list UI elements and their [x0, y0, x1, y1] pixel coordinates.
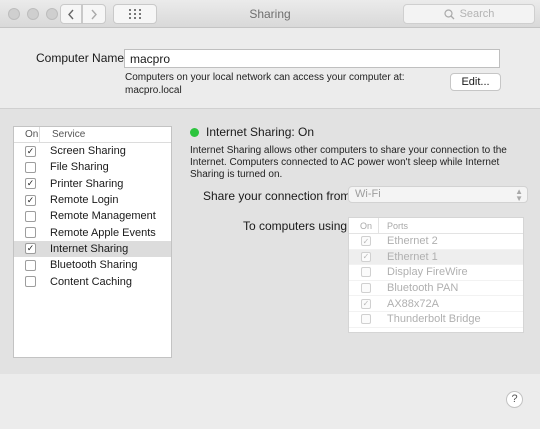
computer-name-label: Computer Name:: [36, 51, 128, 65]
service-row[interactable]: Remote Management: [14, 208, 171, 224]
service-row[interactable]: ✓ Remote Login: [14, 192, 171, 208]
port-checkbox[interactable]: [361, 314, 371, 325]
port-name: AX88x72A: [387, 297, 439, 310]
service-name: Remote Management: [50, 210, 156, 223]
port-row[interactable]: ✓ Ethernet 2: [349, 234, 523, 250]
computer-address-note: Computers on your local network can acce…: [125, 71, 425, 97]
service-checkbox[interactable]: ✓: [25, 145, 36, 157]
port-checkbox[interactable]: ✓: [361, 251, 371, 262]
service-row[interactable]: File Sharing: [14, 159, 171, 175]
port-checkbox[interactable]: ✓: [361, 298, 371, 309]
port-name: Ethernet 2: [387, 235, 438, 248]
computer-name-section: Computer Name: macpro Computers on your …: [0, 29, 540, 108]
service-name: Content Caching: [50, 275, 132, 288]
service-description: Internet Sharing allows other computers …: [190, 145, 507, 180]
service-row[interactable]: ✓ Screen Sharing: [14, 143, 171, 159]
service-row[interactable]: Content Caching: [14, 273, 171, 289]
service-name: File Sharing: [50, 161, 109, 174]
service-row[interactable]: Remote Apple Events: [14, 224, 171, 240]
search-field[interactable]: Search: [403, 4, 535, 24]
port-name: Display FireWire: [387, 266, 468, 279]
service-row[interactable]: Bluetooth Sharing: [14, 257, 171, 273]
service-row[interactable]: ✓ Printer Sharing: [14, 176, 171, 192]
service-checkbox[interactable]: [25, 227, 36, 239]
port-checkbox[interactable]: [361, 267, 371, 278]
header-service[interactable]: Service: [40, 127, 85, 142]
service-name: Printer Sharing: [50, 177, 124, 190]
service-checkbox[interactable]: [25, 276, 36, 288]
service-row[interactable]: ✓ Internet Sharing: [14, 240, 171, 258]
port-row[interactable]: Display FireWire: [349, 265, 523, 281]
sharing-main-panel: On Service ✓ Screen Sharing File Sharing ✓ P…: [0, 108, 540, 374]
port-name: Ethernet 1: [387, 250, 438, 263]
service-name: Remote Login: [50, 194, 119, 207]
service-name: Bluetooth Sharing: [50, 259, 138, 272]
share-from-select[interactable]: Wi-Fi ▲ ▼: [348, 186, 528, 203]
updown-arrows-icon: ▲ ▼: [515, 187, 523, 203]
port-row[interactable]: ✓ Ethernet 1: [349, 249, 523, 266]
ports-list: On Ports ✓ Ethernet 2 ✓ Ethernet 1 Display F…: [348, 217, 524, 333]
port-row[interactable]: ✓ AX88x72A: [349, 296, 523, 312]
service-checkbox[interactable]: ✓: [25, 178, 36, 190]
local-hostname: macpro.local: [125, 85, 182, 96]
service-checkbox[interactable]: [25, 210, 36, 222]
port-row[interactable]: Thunderbolt Bridge: [349, 312, 523, 328]
ports-header-on: On: [349, 218, 379, 233]
service-list-header: On Service: [14, 127, 171, 143]
ports-list-header: On Ports: [349, 218, 523, 234]
search-placeholder: Search: [459, 8, 495, 20]
search-icon: [443, 8, 455, 19]
port-name: Bluetooth PAN: [387, 282, 459, 295]
to-computers-label: To computers using:: [243, 219, 351, 233]
edit-button[interactable]: Edit...: [450, 73, 501, 91]
service-list: On Service ✓ Screen Sharing File Sharing ✓ P…: [13, 126, 172, 358]
service-checkbox[interactable]: [25, 161, 36, 173]
computer-name-input[interactable]: macpro: [124, 49, 500, 68]
service-checkbox[interactable]: ✓: [25, 194, 36, 206]
bottom-bar: ?: [0, 374, 540, 429]
address-note-text: Computers on your local network can acce…: [125, 72, 405, 83]
share-from-value: Wi-Fi: [355, 188, 381, 200]
sharing-status: Internet Sharing: On: [206, 125, 315, 139]
ports-header-name: Ports: [387, 221, 409, 231]
port-name: Thunderbolt Bridge: [387, 313, 481, 326]
service-name: Remote Apple Events: [50, 226, 156, 239]
service-name: Screen Sharing: [50, 145, 126, 158]
header-on[interactable]: On: [14, 127, 40, 142]
service-name: Internet Sharing: [50, 242, 129, 255]
port-checkbox[interactable]: [361, 283, 371, 294]
port-checkbox[interactable]: ✓: [361, 236, 371, 247]
share-from-label: Share your connection from:: [203, 189, 354, 203]
port-row[interactable]: Bluetooth PAN: [349, 281, 523, 297]
status-indicator-icon: [190, 128, 199, 137]
help-button[interactable]: ?: [506, 391, 523, 408]
title-bar: Sharing Search: [0, 0, 540, 28]
service-checkbox[interactable]: ✓: [25, 243, 36, 255]
service-checkbox[interactable]: [25, 259, 36, 271]
